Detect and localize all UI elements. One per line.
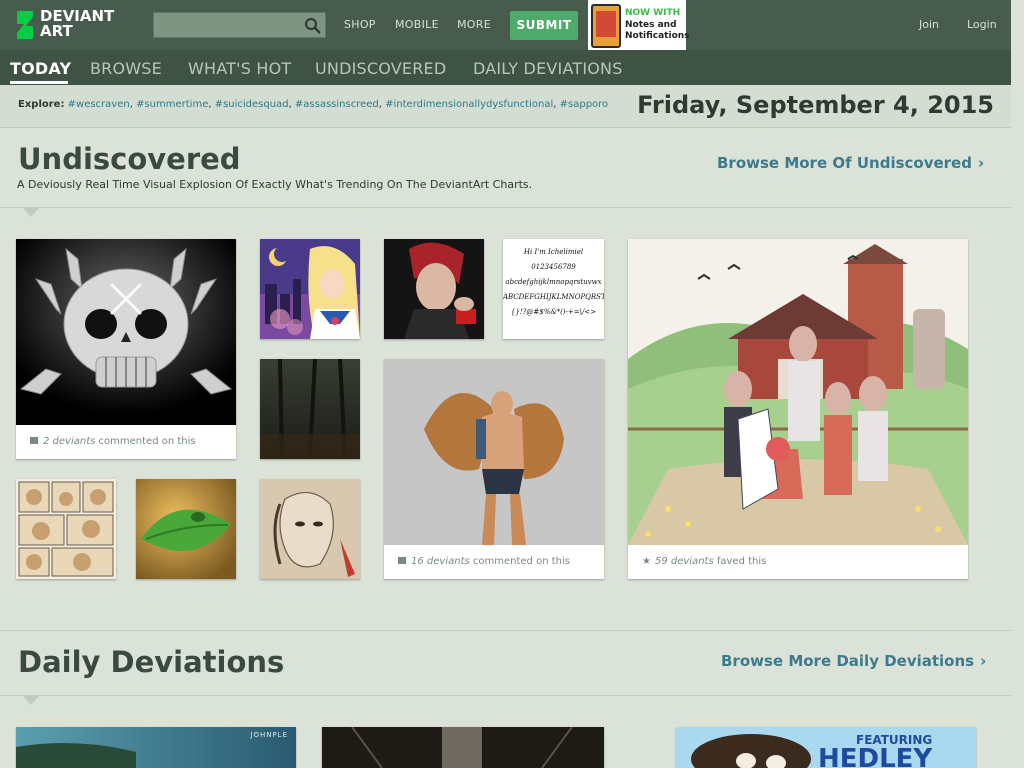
tab-undiscovered[interactable]: UNDISCOVERED xyxy=(315,59,446,78)
sketch-artwork xyxy=(260,479,360,579)
tag-link[interactable]: #summertime xyxy=(136,99,208,110)
daily-1-watermark: JOHNPLE xyxy=(250,731,288,739)
tag-link[interactable]: #assassinscreed xyxy=(295,99,379,110)
nav-mobile[interactable]: MOBILE xyxy=(395,18,439,31)
nav-more[interactable]: MORE xyxy=(457,18,491,31)
deviation-thumbnail-portrait[interactable] xyxy=(384,239,484,339)
sailor-artwork xyxy=(260,239,360,339)
farm-artwork xyxy=(628,239,968,545)
deviation-thumbnail-leaf[interactable] xyxy=(136,479,236,579)
browse-undiscovered-link[interactable]: Browse More Of Undiscovered › xyxy=(717,154,984,172)
section-divider xyxy=(0,695,1011,696)
font-sample-line: Hi I'm Ichelimiel xyxy=(523,248,584,256)
browse-undiscovered-label: Browse More Of Undiscovered xyxy=(717,154,972,172)
section-divider xyxy=(0,207,1011,208)
daily-3-text-hedley: HEDLEY xyxy=(818,744,933,768)
comment-text: commented on this xyxy=(472,556,570,567)
deviation-thumbnail-farm[interactable]: ★ 59 deviants faved this xyxy=(628,239,968,579)
browse-daily-deviations-link[interactable]: Browse More Daily Deviations › xyxy=(721,652,986,670)
comic-artwork xyxy=(16,479,116,579)
search-icon[interactable] xyxy=(304,17,321,34)
fave-count[interactable]: 59 deviants xyxy=(655,556,714,567)
comment-caption: 2 deviants commented on this xyxy=(30,436,196,447)
logo-wordmark: DEVIANT ART xyxy=(40,9,114,39)
tab-browse[interactable]: BROWSE xyxy=(90,59,162,78)
current-date: Friday, September 4, 2015 xyxy=(637,91,994,119)
star-icon: ★ xyxy=(642,556,651,567)
fave-caption: ★ 59 deviants faved this xyxy=(642,556,766,567)
chevron-right-icon: › xyxy=(977,154,985,172)
section-notch xyxy=(22,695,40,705)
section-notch xyxy=(22,207,40,217)
browse-daily-label: Browse More Daily Deviations xyxy=(721,652,975,670)
deviation-thumbnail-winged-man[interactable]: 16 deviants commented on this xyxy=(384,359,604,579)
undiscovered-title: Undiscovered xyxy=(18,142,241,176)
comment-caption: 16 deviants commented on this xyxy=(398,556,570,567)
tab-today[interactable]: TODAY xyxy=(10,59,71,78)
daily-deviation-thumbnail-3[interactable]: FEATURING HEDLEY xyxy=(676,727,976,768)
login-link[interactable]: Login xyxy=(967,18,997,31)
tag-link[interactable]: #wescraven xyxy=(68,99,130,110)
section-divider xyxy=(0,630,1011,631)
search-box xyxy=(153,12,326,38)
promo-line-2: Notes and xyxy=(625,20,677,30)
submit-button[interactable]: SUBMIT xyxy=(510,11,578,40)
font-sample-line: ABCDEFGHIJKLMNOPQRSTUV xyxy=(503,293,604,301)
comment-icon xyxy=(30,437,38,444)
deviation-thumbnail-sketch[interactable] xyxy=(260,479,360,579)
skull-artwork xyxy=(16,239,236,425)
deviation-thumbnail-sailor[interactable] xyxy=(260,239,360,339)
leaf-artwork xyxy=(136,479,236,579)
search-input[interactable] xyxy=(154,13,311,37)
font-sample-line: 0123456789 xyxy=(531,263,576,271)
explore-tags: Explore: #wescraven, #summertime, #suici… xyxy=(18,99,609,110)
chevron-right-icon: › xyxy=(980,652,987,670)
deviation-thumbnail-skull[interactable]: 2 deviants commented on this xyxy=(16,239,236,459)
deviantart-logo[interactable]: DEVIANT ART xyxy=(14,9,134,41)
undiscovered-subtitle: A Deviously Real Time Visual Explosion O… xyxy=(17,178,533,191)
winged-man-artwork xyxy=(384,359,604,545)
tab-daily-deviations[interactable]: DAILY DEVIATIONS xyxy=(473,59,623,78)
fave-text: faved this xyxy=(716,556,767,567)
forest-artwork xyxy=(260,359,360,459)
tag-link[interactable]: #sapporo xyxy=(560,99,609,110)
tab-whats-hot[interactable]: WHAT'S HOT xyxy=(188,59,291,78)
daily-artwork-2 xyxy=(322,727,604,768)
font-sample-text: Hi I'm Ichelimiel 0123456789 abcdefghijk… xyxy=(503,245,604,320)
font-sample-line: abcdefghijklmnopqrstuvwx xyxy=(505,278,602,286)
comment-count[interactable]: 2 deviants xyxy=(43,436,95,447)
phone-icon xyxy=(591,4,621,48)
section-tabs: TODAY BROWSE WHAT'S HOT UNDISCOVERED DAI… xyxy=(0,50,1011,85)
comment-icon xyxy=(398,557,406,564)
daily-deviation-thumbnail-1[interactable]: JOHNPLE xyxy=(16,727,296,768)
deviation-thumbnail-comic[interactable] xyxy=(16,479,116,579)
comment-text: commented on this xyxy=(98,436,196,447)
join-link[interactable]: Join xyxy=(919,18,939,31)
deviation-thumbnail-forest[interactable] xyxy=(260,359,360,459)
font-sample-line: {}!?@#$%&*()-+=\/<> xyxy=(510,308,597,316)
promo-line-1: NOW WITH xyxy=(625,8,681,18)
logo-line-2: ART xyxy=(40,22,73,40)
promo-line-3: Notifications xyxy=(625,31,690,41)
deviantart-logo-icon xyxy=(17,11,33,39)
tag-link[interactable]: #suicidesquad xyxy=(215,99,289,110)
mobile-app-promo[interactable]: NOW WITH Notes and Notifications xyxy=(588,0,690,50)
daily-deviation-thumbnail-2[interactable] xyxy=(322,727,604,768)
top-bar: DEVIANT ART SHOP MOBILE MORE SUBMIT NOW … xyxy=(0,0,1011,50)
tag-link[interactable]: #interdimensionallydysfunctional xyxy=(385,99,553,110)
daily-deviations-title: Daily Deviations xyxy=(18,645,285,679)
deviation-thumbnail-font[interactable]: Hi I'm Ichelimiel 0123456789 abcdefghijk… xyxy=(503,239,604,339)
nav-shop[interactable]: SHOP xyxy=(344,18,376,31)
active-tab-indicator xyxy=(10,81,68,84)
explore-bar: Explore: #wescraven, #summertime, #suici… xyxy=(0,85,1011,128)
portrait-artwork xyxy=(384,239,484,339)
explore-label: Explore: xyxy=(18,99,65,110)
comment-count[interactable]: 16 deviants xyxy=(411,556,470,567)
